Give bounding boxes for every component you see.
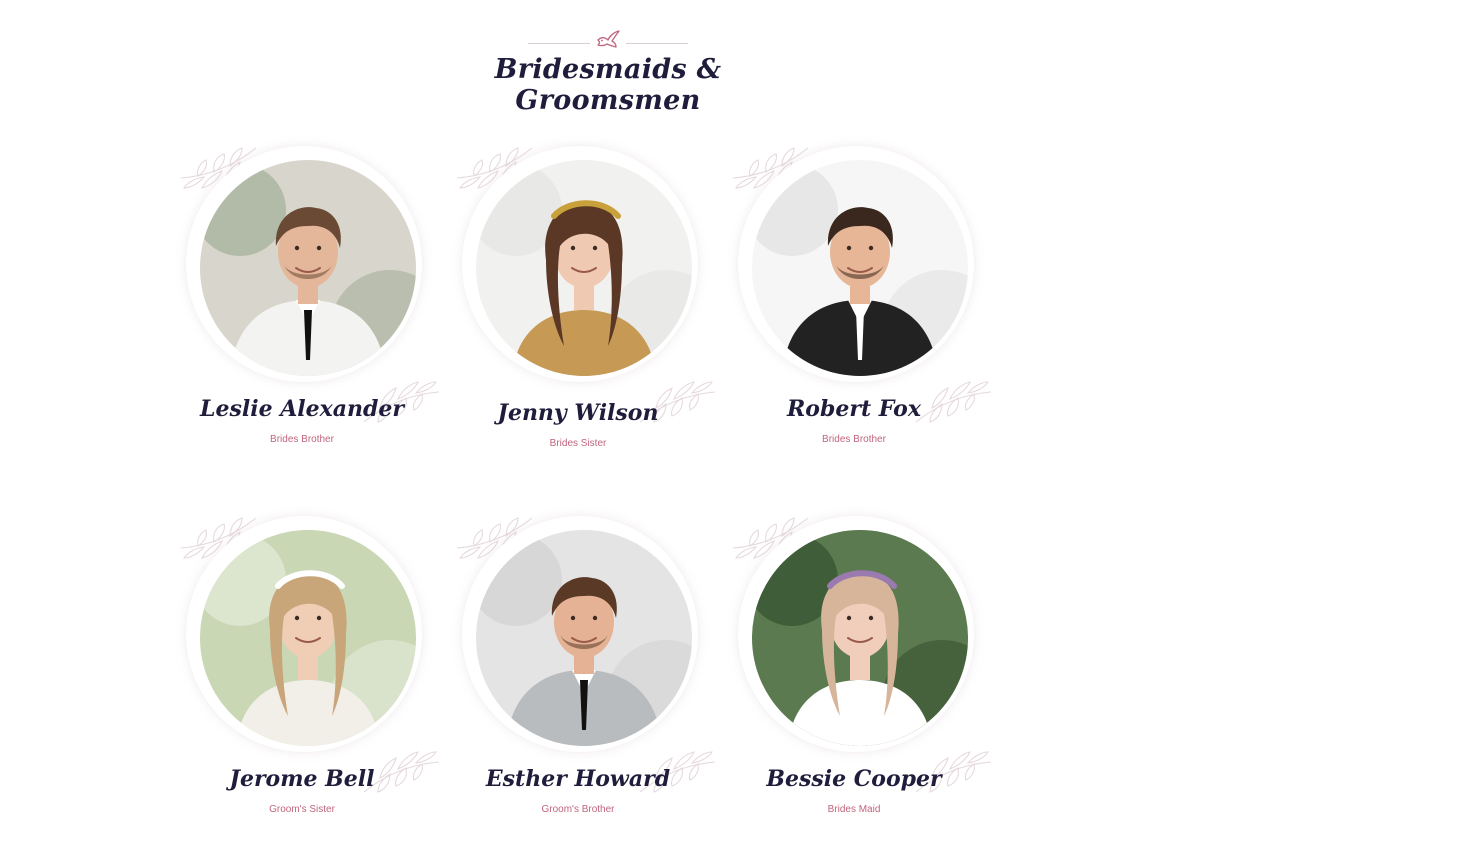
portrait-photo (200, 160, 416, 376)
portrait-photo (476, 530, 692, 746)
portrait-photo (476, 160, 692, 376)
portrait (180, 142, 440, 423)
dove-icon (597, 30, 620, 48)
member-name: Esther Howard (485, 766, 671, 792)
portrait (456, 512, 716, 793)
portrait-frame (462, 146, 698, 382)
member-role: Brides Brother (822, 434, 886, 445)
portrait-frame (186, 516, 422, 752)
portrait (732, 142, 992, 423)
section-header: Bridesmaids & Groomsmen (420, 24, 796, 116)
divider-line-left (528, 43, 590, 44)
portrait-frame (186, 146, 422, 382)
member-card-2: Jenny Wilson Brides Sister (428, 142, 718, 452)
member-name: Leslie Alexander (200, 396, 404, 422)
portrait-frame (738, 516, 974, 752)
member-name: Bessie Cooper (766, 766, 942, 792)
member-card-5: Esther Howard Groom's Brother (428, 512, 718, 822)
member-card-6: Bessie Cooper Brides Maid (704, 512, 994, 822)
member-name: Jenny Wilson (497, 400, 659, 426)
header-ornament (528, 28, 688, 52)
portrait (732, 512, 992, 793)
divider-line-right (626, 43, 688, 44)
portrait (180, 512, 440, 793)
member-role: Brides Sister (549, 438, 607, 449)
member-card-4: Jerome Bell Groom's Sister (152, 512, 442, 822)
portrait (456, 142, 716, 423)
portrait-photo (200, 530, 416, 746)
portrait-photo-icon (476, 530, 692, 746)
member-name: Robert Fox (787, 396, 921, 422)
portrait-photo (752, 530, 968, 746)
portrait-photo (752, 160, 968, 376)
portrait-frame (462, 516, 698, 752)
member-card-3: Robert Fox Brides Brother (704, 142, 994, 452)
portrait-photo-icon (752, 160, 968, 376)
member-role: Brides Maid (827, 804, 881, 815)
portrait-photo-icon (200, 160, 416, 376)
member-role: Groom's Brother (541, 804, 615, 815)
portrait-photo-icon (200, 530, 416, 746)
portrait-photo-icon (476, 160, 692, 376)
portrait-frame (738, 146, 974, 382)
member-card-1: Leslie Alexander Brides Brother (152, 142, 442, 452)
section-title: Bridesmaids & Groomsmen (494, 54, 722, 116)
member-role: Brides Brother (270, 434, 334, 445)
portrait-photo-icon (752, 530, 968, 746)
member-role: Groom's Sister (269, 804, 335, 815)
member-name: Jerome Bell (229, 766, 375, 792)
